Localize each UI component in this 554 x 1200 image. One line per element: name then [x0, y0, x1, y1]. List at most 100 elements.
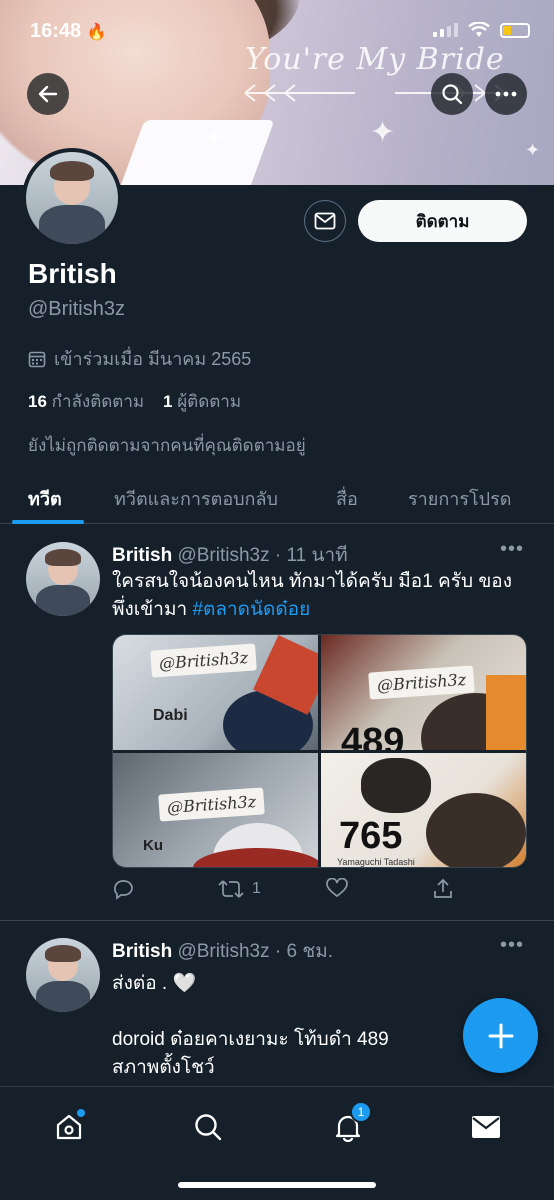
profile-tabs: ทวีต ทวีตและการตอบกลับ สื่อ รายการโปรด — [0, 470, 554, 524]
reply-icon — [114, 880, 133, 900]
tweet-actions: 1 — [112, 878, 452, 906]
media-image-4[interactable]: 765 Yamaguchi Tadashi — [321, 753, 526, 867]
share-button[interactable] — [432, 878, 454, 900]
status-time-text: 16:48 — [30, 20, 82, 42]
box-orange-stripe — [486, 675, 526, 750]
more-dots-icon — [495, 91, 517, 97]
followers-label: ผู้ติดตาม — [177, 392, 242, 411]
tweet-author-handle: @British3z — [177, 545, 270, 566]
box-label: Ku — [143, 837, 163, 854]
retweet-button[interactable]: 1 — [218, 878, 261, 900]
nav-home[interactable] — [49, 1107, 89, 1147]
not-followed-notice: ยังไม่ถูกติดตามจากคนที่คุณติดตามอยู่ — [28, 436, 306, 455]
plus-icon — [488, 1023, 513, 1048]
tweet-header: British @British3z · 11 นาที — [112, 540, 348, 570]
home-new-dot — [77, 1109, 85, 1117]
media-image-3[interactable]: @British3z Ku — [113, 753, 318, 867]
active-tab-indicator — [12, 520, 84, 524]
tweet-divider — [0, 920, 554, 921]
follow-stats: 16 กำลังติดตาม 1 ผู้ติดตาม — [28, 388, 241, 415]
followers-link[interactable]: 1 ผู้ติดตาม — [163, 392, 241, 411]
box-number: 765 — [339, 815, 403, 857]
tweet-body: ใครสนใจน้องคนไหน ทักมาได้ครับ มือ1 ครับ … — [112, 571, 512, 620]
box-label: Dabi — [153, 707, 188, 724]
status-icons — [433, 22, 530, 38]
following-link[interactable]: 16 กำลังติดตาม — [28, 392, 144, 411]
tweet-time: · 11 นาที — [274, 545, 348, 566]
tab-tweets[interactable]: ทวีต — [28, 484, 62, 513]
mail-icon — [472, 1116, 500, 1138]
tweet-author-name[interactable]: British — [112, 545, 172, 566]
sparkle-icon: ✦ — [205, 125, 224, 150]
avatar-suit — [36, 584, 90, 616]
media-image-1[interactable]: @British3z Dabi — [113, 635, 318, 750]
home-indicator — [178, 1182, 376, 1188]
profile-name: British — [28, 258, 117, 289]
tweet-author-name[interactable]: British — [112, 941, 172, 962]
banner-arrows-decoration — [244, 84, 506, 102]
flame-icon: 🔥 — [86, 24, 107, 41]
tab-media[interactable]: สื่อ — [336, 484, 358, 513]
compose-tweet-button[interactable] — [463, 998, 538, 1073]
avatar-suit — [36, 980, 90, 1012]
notifications-badge: 1 — [350, 1101, 372, 1123]
tweet-time: · 6 ชม. — [274, 941, 334, 962]
follow-button[interactable]: ติดตาม — [358, 200, 527, 242]
like-button[interactable] — [326, 878, 348, 898]
avatar-hair — [45, 945, 81, 962]
retweet-icon — [218, 880, 244, 898]
figure-hair-shape — [426, 793, 526, 867]
calendar-icon — [28, 351, 46, 367]
back-arrow-icon — [38, 85, 58, 103]
tweet-avatar[interactable] — [26, 542, 100, 616]
tweet-text: ใครสนใจน้องคนไหน ทักมาได้ครับ มือ1 ครับ … — [112, 568, 532, 624]
share-icon — [434, 878, 452, 898]
reply-button[interactable] — [112, 878, 134, 900]
nav-search[interactable] — [188, 1107, 228, 1147]
more-options-button[interactable] — [485, 73, 527, 115]
watermark-note: @British3z — [158, 787, 266, 822]
nav-notifications[interactable]: 1 — [328, 1101, 372, 1147]
media-image-2[interactable]: @British3z 489 — [321, 635, 526, 750]
wifi-icon — [468, 22, 490, 37]
tweet-line: ส่งต่อ . 🤍 — [112, 973, 197, 994]
tweet-author-handle: @British3z — [177, 941, 270, 962]
tweet-avatar[interactable] — [26, 938, 100, 1012]
avatar-hair — [49, 161, 95, 182]
profile-avatar[interactable] — [22, 148, 122, 248]
message-button[interactable] — [304, 200, 346, 242]
heart-icon — [326, 878, 348, 898]
tab-likes[interactable]: รายการโปรด — [408, 484, 511, 513]
tweet-media-grid[interactable]: @British3z Dabi @British3z 489 @British3… — [112, 634, 527, 868]
following-label: กำลังติดตาม — [51, 392, 145, 411]
box-label: Yamaguchi Tadashi — [337, 857, 415, 867]
search-icon — [442, 84, 463, 105]
tab-tweets-and-replies[interactable]: ทวีตและการตอบกลับ — [114, 484, 278, 513]
followers-count: 1 — [163, 392, 173, 411]
sparkle-icon: ✦ — [370, 116, 396, 149]
joined-text: เข้าร่วมเมื่อ มีนาคม 2565 — [54, 349, 252, 369]
search-button[interactable] — [431, 73, 473, 115]
figure-body-shape — [361, 758, 431, 813]
status-time: 16:48 🔥 — [30, 20, 107, 43]
back-button[interactable] — [27, 73, 69, 115]
tweet-more-icon[interactable]: ••• — [500, 538, 524, 561]
tweet-more-icon[interactable]: ••• — [500, 934, 524, 957]
tweet-hashtag[interactable]: #ตลาดนัดด๋อย — [192, 599, 310, 620]
retweet-count: 1 — [252, 880, 261, 897]
mail-icon — [314, 212, 336, 230]
banner-title: You're My Bride — [245, 42, 505, 77]
avatar-suit — [38, 205, 106, 244]
box-number: 489 — [341, 721, 405, 750]
search-icon — [195, 1114, 222, 1141]
tweet-header: British @British3z · 6 ชม. — [112, 936, 333, 966]
avatar-hair — [45, 549, 81, 566]
battery-icon — [500, 22, 530, 38]
tweet-line: สภาพตั้งโชว์ — [112, 1057, 215, 1078]
joined-date: เข้าร่วมเมื่อ มีนาคม 2565 — [28, 344, 251, 373]
following-count: 16 — [28, 392, 47, 411]
sparkle-icon: ✦ — [525, 140, 541, 160]
profile-handle: @British3z — [28, 298, 125, 320]
cellular-signal-icon — [433, 23, 458, 37]
nav-messages[interactable] — [466, 1107, 506, 1147]
